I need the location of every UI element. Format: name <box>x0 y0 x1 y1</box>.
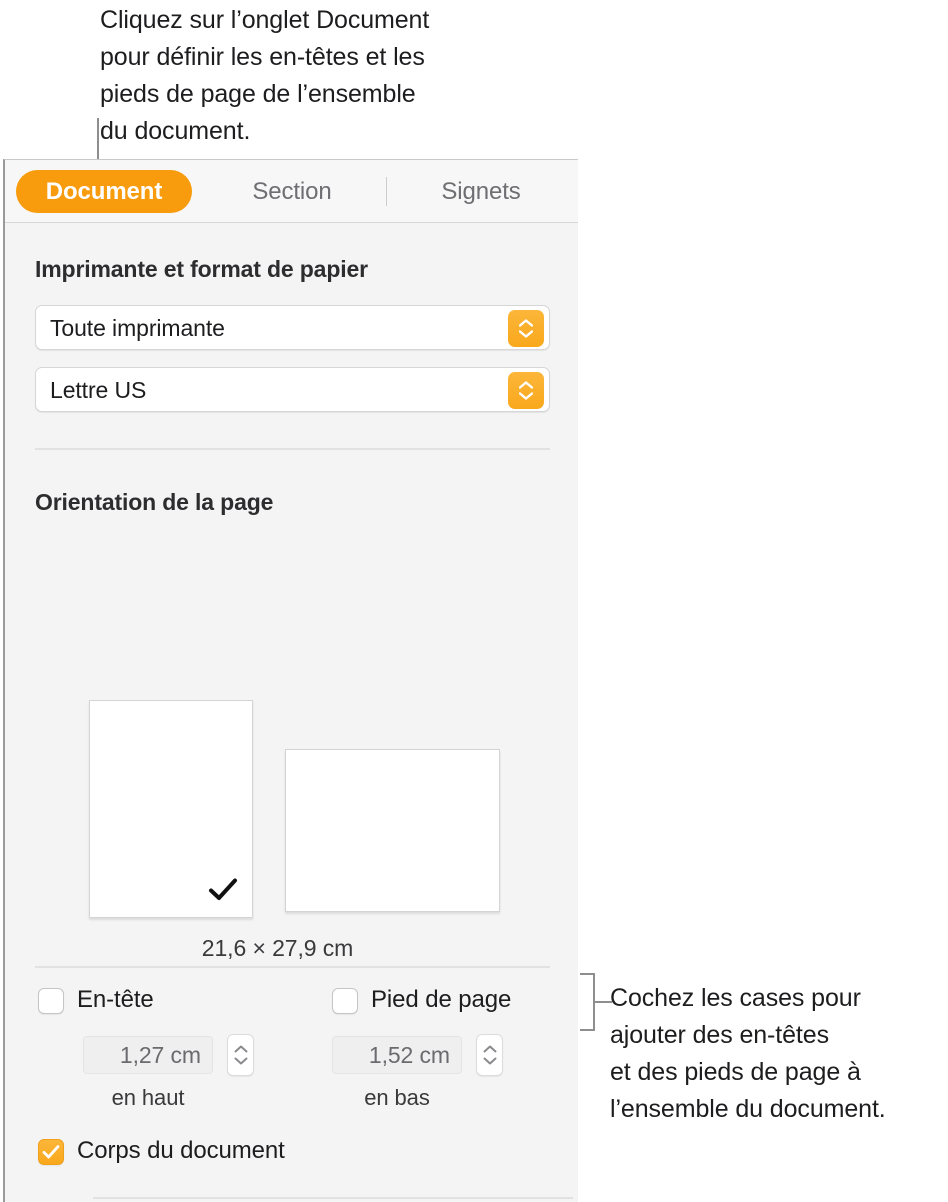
printer-select-value: Toute imprimante <box>50 315 225 341</box>
header-margin-stepper[interactable] <box>227 1034 254 1076</box>
divider-printer-orientation <box>35 448 550 450</box>
chevron-down-icon[interactable] <box>483 1057 497 1065</box>
chevron-down-icon <box>519 392 533 400</box>
header-checkbox-label: En-tête <box>77 986 154 1013</box>
bracket-bottom-arm <box>580 1029 595 1031</box>
chevron-up-icon <box>519 381 533 389</box>
document-body-checkbox-label: Corps du document <box>77 1137 285 1164</box>
callout-right-bracket <box>580 973 612 1031</box>
chevron-up-icon[interactable] <box>234 1045 248 1053</box>
paper-size-select-value: Lettre US <box>50 377 147 403</box>
paper-size-select-stepper-icon[interactable] <box>508 372 544 409</box>
printer-select-stepper-icon[interactable] <box>508 310 544 347</box>
chevron-down-icon <box>519 330 533 338</box>
callout-right-text: Cochez les cases pour ajouter des en-têt… <box>610 984 886 1123</box>
paper-dimensions-label: 21,6 × 27,9 cm <box>201 935 354 961</box>
paper-size-select[interactable]: Lettre US <box>35 367 550 412</box>
divider-orientation-headerfooter <box>35 966 550 968</box>
header-margin-input[interactable]: 1,27 cm <box>83 1036 213 1074</box>
divider-panel-bottom <box>93 1197 573 1199</box>
tab-separator <box>386 177 387 206</box>
callout-top-text: Cliquez sur l’onglet Document pour défin… <box>100 6 430 145</box>
chevron-up-icon <box>519 319 533 327</box>
footer-margin-input[interactable]: 1,52 cm <box>332 1036 462 1074</box>
printer-section-title: Imprimante et format de papier <box>35 256 368 282</box>
tab-document[interactable]: Document <box>16 170 192 213</box>
screenshot-root: Cliquez sur l’onglet Document pour défin… <box>0 0 948 1202</box>
tab-document-label: Document <box>45 177 163 205</box>
printer-select[interactable]: Toute imprimante <box>35 305 550 350</box>
tab-signets[interactable]: Signets <box>397 170 565 213</box>
chevron-up-icon[interactable] <box>483 1045 497 1053</box>
header-margin-sublabel: en haut <box>111 1085 185 1110</box>
orientation-section-title: Orientation de la page <box>35 489 274 515</box>
header-checkbox[interactable] <box>38 988 64 1014</box>
checkmark-icon <box>208 875 238 905</box>
document-inspector-panel: Document Section Signets Imprimante et f… <box>3 159 578 1202</box>
tab-signets-label: Signets <box>441 177 521 205</box>
footer-checkbox[interactable] <box>332 988 358 1014</box>
document-body-checkbox[interactable] <box>38 1139 64 1165</box>
footer-margin-sublabel: en bas <box>364 1085 430 1110</box>
inspector-tab-bar: Document Section Signets <box>5 160 578 223</box>
orientation-landscape-option[interactable] <box>285 749 500 912</box>
footer-checkbox-label: Pied de page <box>371 986 512 1013</box>
footer-margin-stepper[interactable] <box>476 1034 503 1076</box>
tab-section[interactable]: Section <box>210 170 374 213</box>
tab-section-label: Section <box>252 177 332 205</box>
orientation-portrait-option[interactable] <box>89 700 253 918</box>
chevron-down-icon[interactable] <box>234 1057 248 1065</box>
